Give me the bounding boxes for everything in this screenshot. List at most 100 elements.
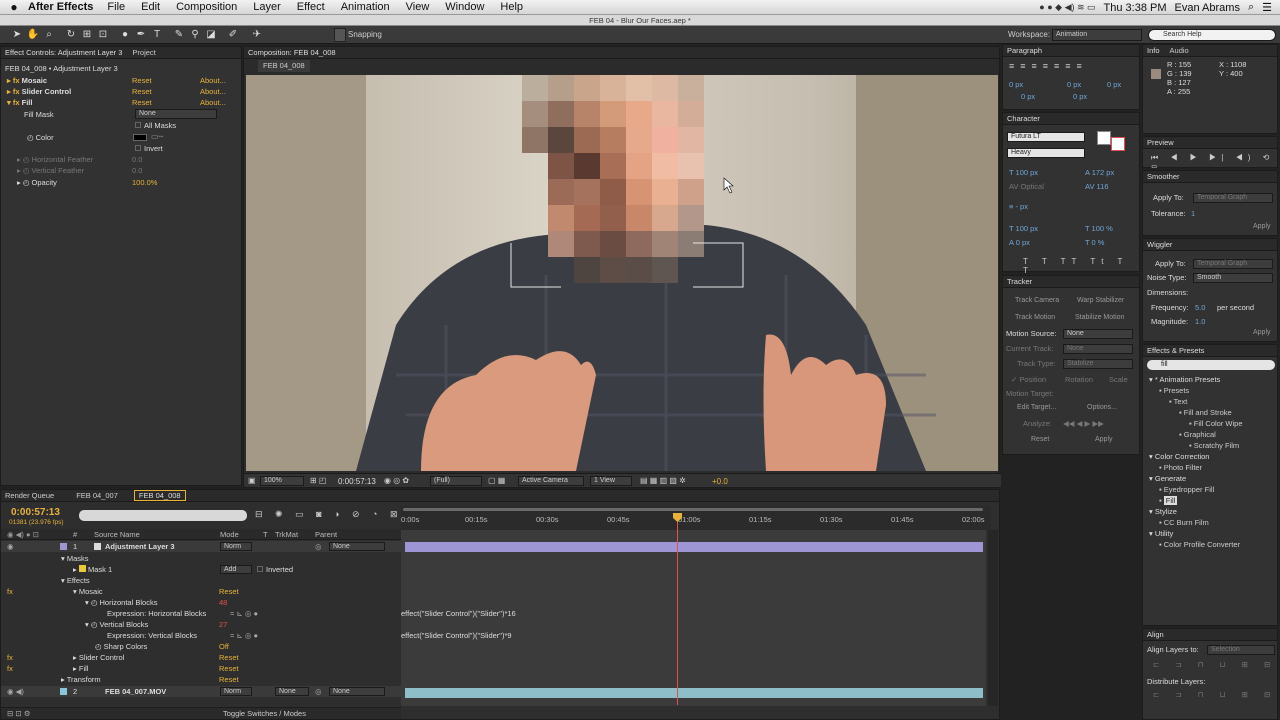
mask-mode-select[interactable]: Add — [220, 565, 252, 574]
vertical-scale-value[interactable]: 100 px — [1016, 224, 1039, 233]
baseline-shift-value[interactable]: 0 px — [1016, 238, 1030, 247]
effects-tree-item[interactable]: ▾ Stylize — [1145, 506, 1277, 517]
transform-reset-link[interactable]: Reset — [219, 674, 239, 685]
pen-tool-icon[interactable]: ✒ — [134, 28, 148, 42]
indent-left-value[interactable]: 0 px — [1009, 80, 1023, 89]
adjustment-layer-bar[interactable] — [405, 542, 983, 552]
edit-target-button[interactable]: Edit Target... — [1017, 404, 1056, 411]
wiggler-apply-button[interactable]: Apply — [1253, 329, 1271, 336]
horizontal-feather-value[interactable]: 0.0 — [132, 154, 142, 165]
effect-mosaic[interactable]: Mosaic — [22, 76, 47, 85]
stabilize-motion-button[interactable]: Stabilize Motion — [1075, 314, 1124, 321]
render-queue-tab[interactable]: Render Queue — [5, 491, 54, 500]
timeline-search-input[interactable] — [79, 510, 247, 521]
tsume-value[interactable]: 0 % — [1092, 238, 1105, 247]
slider-reset-link[interactable]: Reset — [219, 652, 239, 663]
sharp-colors-value[interactable]: Off — [219, 641, 229, 652]
effects-tree-item[interactable]: ▪ Fill and Stroke — [1145, 407, 1277, 418]
mask-1[interactable]: Mask 1 — [88, 565, 112, 574]
comp-flowchart-tab[interactable]: FEB 04_008 — [258, 60, 310, 72]
vertical-feather-value[interactable]: 0.0 — [132, 165, 142, 176]
status-icons[interactable]: ● ● ◆ ◀) ≋ ▭ — [1039, 2, 1095, 13]
col-parent[interactable]: Parent — [315, 529, 337, 540]
hand-tool-icon[interactable]: ✋ — [26, 28, 40, 42]
timeline-current-time[interactable]: 0:00:57:13 — [11, 507, 60, 518]
menu-animation[interactable]: Animation — [341, 1, 390, 13]
stopwatch-icon[interactable]: ◴ — [91, 620, 98, 629]
menu-app-name[interactable]: After Effects — [28, 1, 93, 13]
color-swatch[interactable] — [133, 134, 147, 141]
effects-tree-item[interactable]: ▪ Color Profile Converter — [1145, 539, 1277, 550]
mosaic-reset-link[interactable]: Reset — [219, 586, 239, 597]
font-size-value[interactable]: 100 px — [1016, 168, 1039, 177]
eyedropper-icon[interactable]: ▭╌ — [151, 132, 163, 141]
type-tool-icon[interactable]: T — [150, 28, 164, 42]
brush-tool-icon[interactable]: ✎ — [172, 28, 186, 42]
effects-tree-item[interactable]: ▪ Text — [1145, 396, 1277, 407]
rotate-tool-icon[interactable]: ↻ — [64, 28, 78, 42]
tracker-tab[interactable]: Tracker — [1007, 277, 1032, 286]
indent-right-value[interactable]: 0 px — [1067, 80, 1081, 89]
effects-tree-item[interactable]: ▾ Utility — [1145, 528, 1277, 539]
all-masks-checkbox[interactable]: All Masks — [144, 121, 176, 130]
space-after-value[interactable]: 0 px — [1073, 92, 1087, 101]
visibility-icon[interactable]: ◉ ◀) — [7, 686, 24, 697]
layer-row-1[interactable]: ◉ 1 Adjustment Layer 3 Norm ◎ None — [1, 541, 401, 552]
fill-color-swatch[interactable] — [1097, 131, 1111, 145]
parent-select[interactable]: None — [329, 542, 385, 551]
menu-composition[interactable]: Composition — [176, 1, 237, 13]
mask-tool-icon[interactable]: ● — [118, 28, 132, 42]
wiggler-apply-to-select[interactable]: Temporal Graph — [1193, 259, 1273, 269]
space-before-value[interactable]: 0 px — [1021, 92, 1035, 101]
menu-layer[interactable]: Layer — [253, 1, 281, 13]
camera-tool-icon[interactable]: ⊞ — [80, 28, 94, 42]
visibility-icon[interactable]: ◉ — [7, 541, 14, 552]
track-type-select[interactable]: Stabilize — [1063, 359, 1133, 369]
effects-group[interactable]: Effects — [67, 576, 90, 585]
snapshot-icon[interactable]: ◉ ◎ ✿ — [384, 476, 409, 485]
playhead-line[interactable] — [677, 515, 678, 705]
rotation-checkbox[interactable]: Rotation — [1065, 374, 1093, 385]
pickwhip-icon[interactable]: ◎ — [315, 541, 322, 552]
smoother-apply-to-select[interactable]: Temporal Graph — [1193, 193, 1273, 203]
mosaic-reset[interactable]: Reset — [132, 75, 152, 86]
work-area-bar[interactable] — [403, 508, 983, 511]
slider-reset[interactable]: Reset — [132, 86, 152, 97]
track-motion-button[interactable]: Track Motion — [1015, 314, 1055, 321]
current-track-select[interactable]: None — [1063, 344, 1133, 354]
align-tab[interactable]: Align — [1147, 630, 1164, 639]
fx-icon[interactable]: fx — [7, 652, 13, 663]
tolerance-value[interactable]: 1 — [1191, 208, 1195, 219]
puppet-tool-icon[interactable]: ✈ — [250, 28, 264, 42]
smoother-apply-button[interactable]: Apply — [1253, 223, 1271, 230]
safe-areas-icon[interactable]: ⊞ ◰ — [310, 476, 326, 485]
leading-value[interactable]: 172 px — [1092, 168, 1115, 177]
parent-select[interactable]: None — [329, 687, 385, 696]
effects-tree-item[interactable]: ▪ Photo Filter — [1145, 462, 1277, 473]
font-family-select[interactable]: Futura LT — [1007, 132, 1085, 142]
col-source-name[interactable]: Source Name — [94, 529, 140, 540]
stopwatch-icon[interactable]: ◴ — [91, 598, 98, 607]
tracker-apply-button[interactable]: Apply — [1095, 436, 1113, 443]
mask-inverted-checkbox[interactable]: Inverted — [266, 565, 293, 574]
user-name[interactable]: Evan Abrams — [1175, 2, 1240, 14]
layer-name[interactable]: FEB 04_007.MOV — [105, 686, 166, 697]
comp-viewer[interactable] — [246, 75, 998, 471]
analyze-buttons[interactable]: ◀◀ ◀ ▶ ▶▶ — [1063, 418, 1104, 429]
align-to-select[interactable]: Selection — [1207, 645, 1275, 655]
timeline-track-area[interactable]: effect("Slider Control")("Slider")*16 ef… — [401, 513, 986, 706]
effects-tree-item[interactable]: ▾ Color Correction — [1145, 451, 1277, 462]
masks-group[interactable]: Masks — [67, 554, 89, 563]
slider-control-row[interactable]: Slider Control — [79, 653, 124, 662]
fill-mask-select[interactable]: None — [135, 109, 217, 119]
feb04-007-tab[interactable]: FEB 04_007 — [76, 491, 118, 500]
horizontal-scale-value[interactable]: 100 % — [1092, 224, 1113, 233]
tracker-reset-button[interactable]: Reset — [1031, 436, 1049, 443]
audio-tab[interactable]: Audio — [1170, 46, 1189, 55]
fill-effect-row[interactable]: Fill — [79, 664, 89, 673]
paragraph-tab[interactable]: Paragraph — [1007, 46, 1042, 55]
stopwatch-icon[interactable]: ◴ — [95, 642, 102, 651]
effect-slider-control[interactable]: Slider Control — [22, 87, 72, 96]
composition-tab[interactable]: Composition: FEB 04_008 — [248, 48, 336, 57]
roi-icon[interactable]: ▢ ▦ — [488, 476, 505, 485]
